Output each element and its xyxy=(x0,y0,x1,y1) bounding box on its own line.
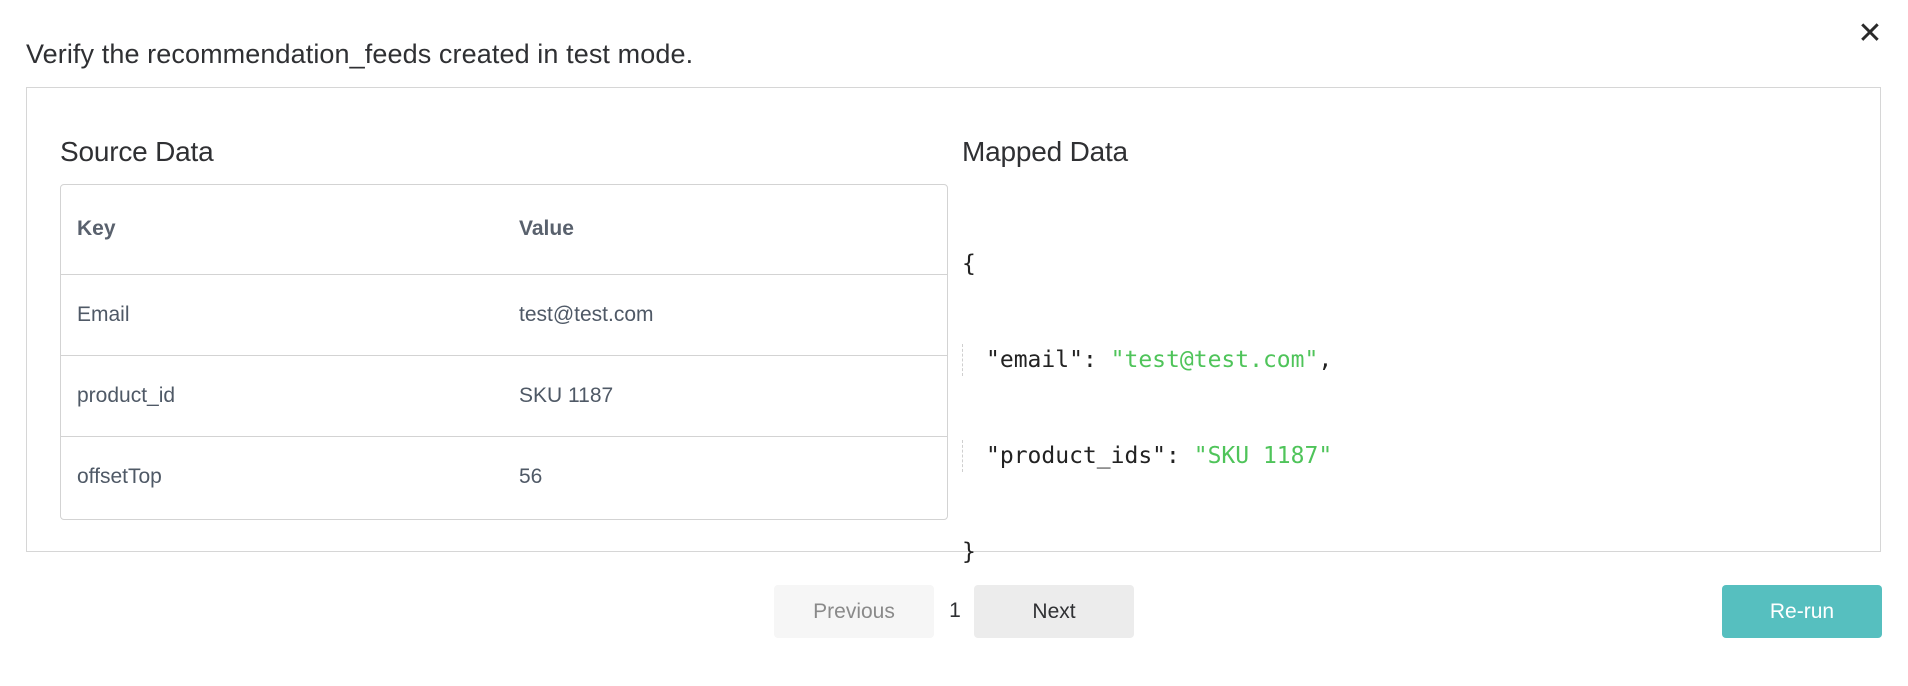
row-value: SKU 1187 xyxy=(503,355,947,437)
row-key: offsetTop xyxy=(77,464,162,488)
json-separator: : xyxy=(1166,443,1194,469)
preview-panel: Source Data Key Value Email test@test.co… xyxy=(26,87,1881,565)
json-entry: "product_ids": "SKU 1187" xyxy=(962,440,1332,472)
json-value: "SKU 1187" xyxy=(1193,443,1333,469)
table-row: Email test@test.com xyxy=(61,274,947,356)
row-value: 56 xyxy=(519,464,543,488)
json-open-brace: { xyxy=(962,248,1332,280)
row-key: Email xyxy=(61,274,503,356)
rerun-button[interactable]: Re-run xyxy=(1722,585,1882,638)
json-close-brace: } xyxy=(962,536,1332,568)
mapped-data-title: Mapped Data xyxy=(962,136,1128,167)
page-number: 1 xyxy=(949,599,961,622)
next-button[interactable]: Next xyxy=(974,585,1134,638)
modal-title: Verify the recommendation_feeds created … xyxy=(26,39,694,69)
json-value: "test@test.com" xyxy=(1110,347,1319,373)
column-header-value: Value xyxy=(503,185,947,275)
json-indent-guide xyxy=(962,440,986,472)
source-data-table: Key Value Email test@test.com product_id… xyxy=(60,184,948,520)
json-separator: : xyxy=(1082,347,1111,373)
table-row: offsetTop 56 xyxy=(61,436,947,517)
json-indent-guide xyxy=(962,344,986,376)
json-brace: { xyxy=(962,251,976,277)
json-key: "product_ids" xyxy=(986,443,1167,469)
mapped-data-json: { "email": "test@test.com", "product_ids… xyxy=(962,184,1332,632)
table-header-row: Key Value xyxy=(61,185,947,275)
row-value: test@test.com xyxy=(503,274,947,356)
source-data-title: Source Data xyxy=(60,136,214,167)
close-button[interactable]: ✕ xyxy=(1856,18,1884,50)
table-row: product_id SKU 1187 xyxy=(61,355,947,437)
json-brace: } xyxy=(962,539,976,565)
column-header-key: Key xyxy=(61,185,503,275)
close-icon[interactable]: ✕ xyxy=(1857,16,1882,51)
row-key: product_id xyxy=(61,355,503,437)
json-key: "email" xyxy=(986,347,1083,373)
json-entry: "email": "test@test.com", xyxy=(962,344,1332,376)
previous-button[interactable]: Previous xyxy=(774,585,934,638)
json-comma: , xyxy=(1318,347,1333,373)
